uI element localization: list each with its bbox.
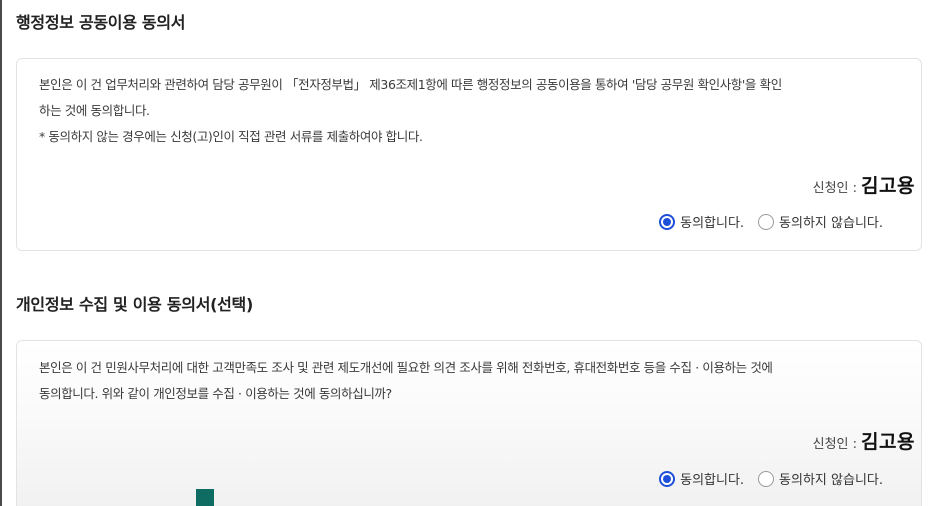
consent-text-line: 본인은 이 건 업무처리와 관련하여 담당 공무원이 「전자정부법」 제36조제… [39,77,782,92]
personal-consent-disagree-option[interactable]: 동의하지 않습니다. [758,469,883,488]
admin-consent-agree-option[interactable]: 동의합니다. [659,212,744,231]
personal-info-consent-title: 개인정보 수집 및 이용 동의서(선택) [16,295,253,314]
applicant-signature: 신청인 : 김고용 [813,171,915,198]
applicant-name: 김고용 [861,175,915,197]
overlay-block [196,489,214,506]
consent-notice-line: * 동의하지 않는 경우에는 신청(고)인이 직접 관련 서류를 제출하여야 합… [39,129,423,144]
disagree-label: 동의하지 않습니다. [779,473,883,488]
admin-info-consent-text: 본인은 이 건 업무처리와 관련하여 담당 공무원이 「전자정부법」 제36조제… [39,72,899,150]
radio-checked-icon[interactable] [659,470,676,487]
admin-info-consent-title: 행정정보 공동이용 동의서 [16,13,186,32]
personal-info-consent-text: 본인은 이 건 민원사무처리에 대한 고객만족도 조사 및 관련 제도개선에 필… [39,355,899,407]
disagree-label: 동의하지 않습니다. [779,216,883,231]
agree-label: 동의합니다. [680,216,745,231]
consent-text-line: 동의합니다. 위와 같이 개인정보를 수집 · 이용하는 것에 동의하십니까? [39,386,392,401]
admin-consent-disagree-option[interactable]: 동의하지 않습니다. [758,212,883,231]
admin-info-consent-card: 본인은 이 건 업무처리와 관련하여 담당 공무원이 「전자정부법」 제36조제… [16,58,922,251]
applicant-name: 김고용 [861,431,915,453]
radio-unchecked-icon[interactable] [758,213,775,230]
radio-checked-icon[interactable] [659,213,676,230]
consent-text-line: 하는 것에 동의합니다. [39,103,150,118]
agree-label: 동의합니다. [680,473,745,488]
personal-info-consent-options: 동의합니다. 동의하지 않습니다. [659,469,883,488]
applicant-signature: 신청인 : 김고용 [813,427,915,454]
consent-text-line: 본인은 이 건 민원사무처리에 대한 고객만족도 조사 및 관련 제도개선에 필… [39,360,773,375]
radio-unchecked-icon[interactable] [758,470,775,487]
personal-consent-agree-option[interactable]: 동의합니다. [659,469,744,488]
consent-page: 행정정보 공동이용 동의서 본인은 이 건 업무처리와 관련하여 담당 공무원이… [0,0,930,506]
applicant-label: 신청인 : [812,437,858,452]
personal-info-consent-card: 본인은 이 건 민원사무처리에 대한 고객만족도 조사 및 관련 제도개선에 필… [16,340,922,506]
applicant-label: 신청인 : [812,181,858,196]
admin-info-consent-options: 동의합니다. 동의하지 않습니다. [659,212,883,231]
